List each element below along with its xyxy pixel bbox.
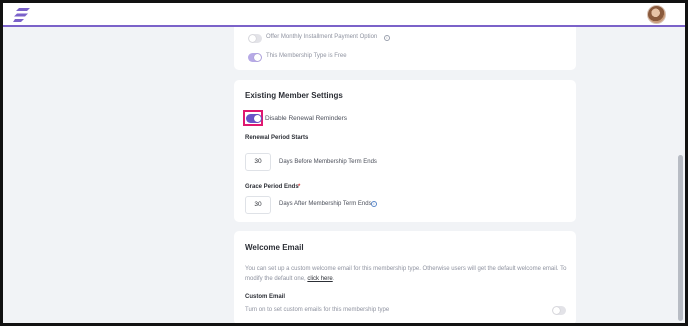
existing-member-settings-card: Existing Member Settings Disable Renewal… xyxy=(234,80,576,222)
section-title: Existing Member Settings xyxy=(245,91,343,100)
description-line-1: You can set up a custom welcome email fo… xyxy=(245,266,567,272)
info-icon[interactable]: i xyxy=(371,201,377,207)
disable-reminders-toggle[interactable] xyxy=(246,114,262,123)
grace-period-label: Grace Period Ends xyxy=(245,184,299,190)
renewal-period-label: Renewal Period Starts xyxy=(245,135,309,141)
grace-days-hint: Days After Membership Term Ends xyxy=(279,201,372,207)
membership-options-card: Offer Monthly Installment Payment Option… xyxy=(234,27,576,70)
custom-email-description: Turn on to set custom emails for this me… xyxy=(245,307,390,313)
page-scrollbar[interactable] xyxy=(676,29,685,323)
section-title: Welcome Email xyxy=(245,243,304,252)
custom-email-label: Custom Email xyxy=(245,294,286,300)
toggle-knob xyxy=(254,115,261,122)
scrollbar-thumb[interactable] xyxy=(678,155,683,321)
required-mark: * xyxy=(298,184,301,190)
description-line-2-suffix: . xyxy=(332,276,335,282)
toggle-knob xyxy=(254,54,261,61)
renewal-days-input[interactable]: 30 xyxy=(245,153,271,171)
free-membership-toggle[interactable] xyxy=(248,53,262,62)
disable-reminders-label: Disable Renewal Reminders xyxy=(265,115,348,122)
brand-logo-icon[interactable] xyxy=(13,7,31,23)
user-avatar[interactable] xyxy=(647,5,666,24)
renewal-days-hint: Days Before Membership Term Ends xyxy=(279,159,377,165)
custom-email-toggle[interactable] xyxy=(552,306,566,315)
toggle-knob xyxy=(553,307,560,314)
welcome-email-card: Welcome Email You can set up a custom we… xyxy=(234,231,576,323)
installment-label: Offer Monthly Installment Payment Option xyxy=(266,34,378,40)
grace-days-input[interactable]: 30 xyxy=(245,196,271,214)
welcome-email-description: You can set up a custom welcome email fo… xyxy=(245,264,575,284)
toggle-knob xyxy=(249,35,256,42)
description-line-2-prefix: modify the default one, xyxy=(245,276,308,282)
installment-toggle[interactable] xyxy=(248,34,262,43)
info-icon[interactable]: i xyxy=(384,35,390,41)
top-navbar xyxy=(3,3,685,27)
app-window: Offer Monthly Installment Payment Option… xyxy=(3,3,685,323)
click-here-link[interactable]: click here xyxy=(307,276,332,282)
free-membership-label: This Membership Type is Free xyxy=(266,53,347,59)
